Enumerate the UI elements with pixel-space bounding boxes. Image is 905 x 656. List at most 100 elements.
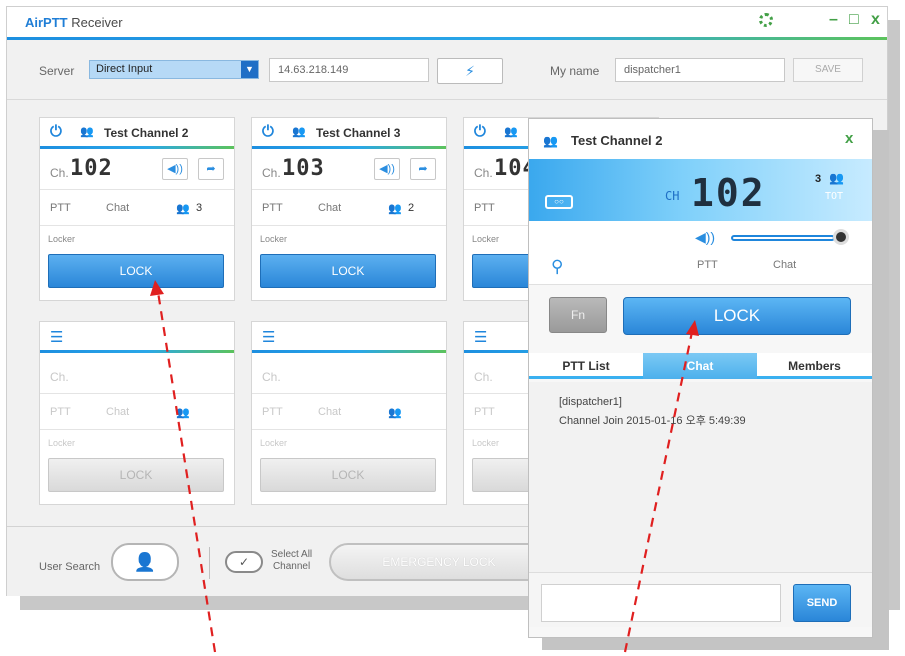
dropdown-arrow-icon[interactable]: ▼ xyxy=(241,61,258,78)
settings-gear-icon[interactable] xyxy=(759,13,773,27)
select-all-toggle[interactable]: ✓ xyxy=(225,551,263,573)
ch-label: CH xyxy=(665,189,680,203)
lock-button[interactable]: LOCK xyxy=(260,254,436,288)
members-icon: 👥 xyxy=(388,203,402,215)
card-header: ⏻ 👥 Test Channel 3 xyxy=(252,118,446,146)
app-title-brand: AirPTT xyxy=(25,15,68,30)
card-accent-line xyxy=(40,350,234,353)
channel-number-row: Ch. 102 ◀)) ➦ xyxy=(40,150,234,190)
panel-controls: ⚲ ◀)) PTT Chat xyxy=(529,221,872,285)
chat-status: Chat xyxy=(318,202,342,214)
server-select[interactable]: Direct Input ▼ xyxy=(89,60,259,79)
chat-status: Chat xyxy=(773,259,797,271)
chat-message: Channel Join 2015-01-16 오후 5:49:39 xyxy=(559,415,746,427)
toolbar-divider xyxy=(209,547,210,579)
members-icon: 👥 xyxy=(176,203,190,215)
ch-label: Ch. xyxy=(262,370,281,384)
speaker-icon[interactable]: ◀)) xyxy=(162,158,188,180)
tab-members[interactable]: Members xyxy=(757,353,872,379)
card-header: ☰ xyxy=(40,322,234,350)
location-pin-icon[interactable]: ⚲ xyxy=(551,257,563,277)
members-icon: 👥 xyxy=(176,407,190,419)
status-row: PTT Chat 👥 xyxy=(40,394,234,430)
status-row: PTT Chat 👥 3 xyxy=(40,190,234,226)
panel-header: 👥 Test Channel 2 x xyxy=(529,119,872,159)
send-button[interactable]: SEND xyxy=(793,584,851,622)
ptt-status: PTT xyxy=(50,202,71,214)
connect-button[interactable]: ⚡ xyxy=(437,58,503,84)
ptt-status: PTT xyxy=(262,202,283,214)
server-label: Server xyxy=(39,64,75,78)
card-accent-line xyxy=(40,146,234,149)
channel-number: 103 xyxy=(282,156,325,181)
save-button[interactable]: SAVE xyxy=(793,58,863,82)
tab-ptt-list[interactable]: PTT List xyxy=(529,353,643,379)
chat-log: [dispatcher1] Channel Join 2015-01-16 오후… xyxy=(529,382,872,572)
lock-button[interactable]: LOCK xyxy=(48,458,224,492)
volume-slider-knob[interactable] xyxy=(833,229,849,245)
panel-tabs: PTT List Chat Members xyxy=(529,353,872,379)
minimize-button[interactable]: – xyxy=(829,11,838,29)
fn-button[interactable]: Fn xyxy=(549,297,607,333)
card-header: ⏻ 👥 Test Channel 2 xyxy=(40,118,234,146)
card-header: ☰ xyxy=(252,322,446,350)
channel-display: ○○ CH 102 3 👥 TOT xyxy=(529,159,872,221)
empty-channel-card: ☰ Ch. PTT Chat 👥 Locker LOCK xyxy=(39,321,235,505)
channel-number: 102 xyxy=(70,156,113,181)
members-count: 3 xyxy=(196,202,203,214)
myname-label: My name xyxy=(550,64,600,78)
members-count: 2 xyxy=(408,202,415,214)
speaker-icon[interactable]: ◀)) xyxy=(695,229,715,246)
recording-tape-icon[interactable]: ○○ xyxy=(545,195,573,209)
ptt-status: PTT xyxy=(474,202,495,214)
chat-input[interactable] xyxy=(541,584,781,622)
group-icon: 👥 xyxy=(292,126,306,138)
empty-channel-card: ☰ Ch. PTT Chat 👥 Locker LOCK xyxy=(251,321,447,505)
tab-chat[interactable]: Chat xyxy=(643,353,757,379)
lock-button[interactable]: LOCK xyxy=(260,458,436,492)
panel-close-button[interactable]: x xyxy=(845,130,853,147)
share-arrow-icon[interactable]: ➦ xyxy=(410,158,436,180)
ptt-status: PTT xyxy=(50,406,71,418)
ptt-status: PTT xyxy=(697,259,718,271)
server-ip-input[interactable]: 14.63.218.149 xyxy=(269,58,429,82)
myname-input[interactable]: dispatcher1 xyxy=(615,58,785,82)
locker-label: Locker xyxy=(48,438,76,448)
panel-title: Test Channel 2 xyxy=(571,133,663,148)
power-icon[interactable]: ⏻ xyxy=(50,123,62,140)
close-button[interactable]: x xyxy=(871,11,880,29)
ptt-status: PTT xyxy=(262,406,283,418)
group-icon: 👥 xyxy=(504,126,518,138)
app-title: AirPTT Receiver xyxy=(25,15,123,30)
ch-label: Ch. xyxy=(50,370,69,384)
list-icon[interactable]: ☰ xyxy=(50,328,63,346)
title-bar: AirPTT Receiver – □ x xyxy=(7,7,887,37)
ch-label: Ch. xyxy=(262,166,281,180)
chat-status: Chat xyxy=(106,202,130,214)
panel-lock-button[interactable]: LOCK xyxy=(623,297,851,335)
list-icon[interactable]: ☰ xyxy=(474,328,487,346)
select-all-label: Select All Channel xyxy=(271,549,312,573)
locker-label: Locker xyxy=(472,438,500,448)
power-icon[interactable]: ⏻ xyxy=(262,123,274,140)
share-arrow-icon[interactable]: ➦ xyxy=(198,158,224,180)
card-accent-line xyxy=(252,350,446,353)
ch-label: Ch. xyxy=(50,166,69,180)
channel-name: Test Channel 3 xyxy=(316,126,401,140)
locker-label: Locker xyxy=(48,234,76,244)
power-icon[interactable]: ⏻ xyxy=(474,123,486,140)
user-search-button[interactable]: 👤 xyxy=(111,543,179,581)
channel-number-row: Ch. 103 ◀)) ➦ xyxy=(252,150,446,190)
app-title-rest: Receiver xyxy=(67,15,123,30)
list-icon[interactable]: ☰ xyxy=(262,328,275,346)
members-icon: 👥 xyxy=(388,407,402,419)
members-icon: 👥 xyxy=(829,171,844,185)
volume-slider-track[interactable] xyxy=(731,235,835,241)
emergency-lock-button[interactable]: EMERGENCY LOCK xyxy=(329,543,549,581)
maximize-button[interactable]: □ xyxy=(849,11,859,29)
channel-number: 102 xyxy=(691,171,766,215)
status-row: PTT Chat 👥 2 xyxy=(252,190,446,226)
lock-button[interactable]: LOCK xyxy=(48,254,224,288)
member-count: 3 xyxy=(815,173,822,185)
speaker-icon[interactable]: ◀)) xyxy=(374,158,400,180)
